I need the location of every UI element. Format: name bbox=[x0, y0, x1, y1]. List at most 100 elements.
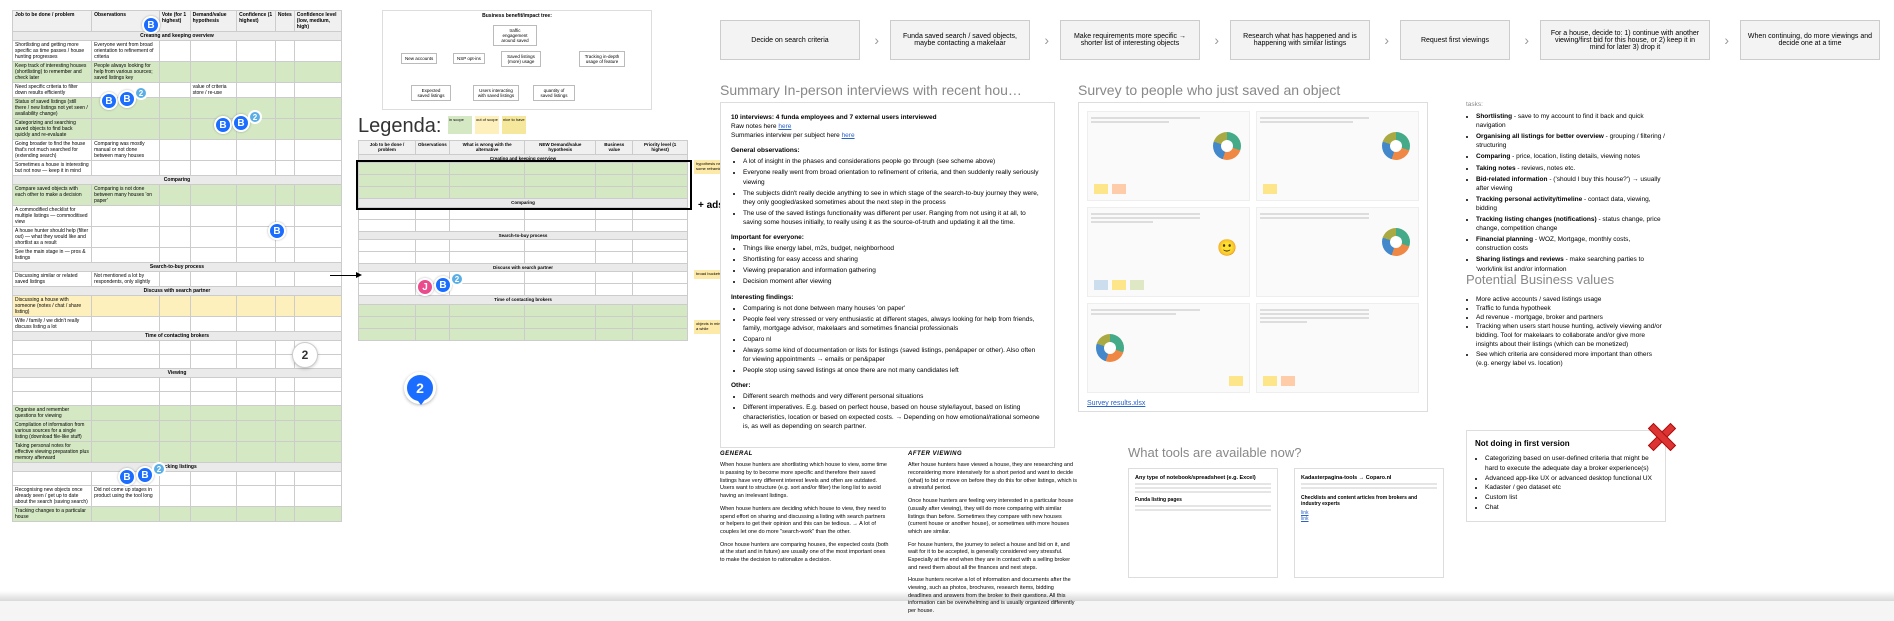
business-benefit-tree[interactable]: Business benefit/impact tree: New accoun… bbox=[382, 10, 652, 110]
table-cell[interactable] bbox=[159, 317, 190, 332]
table-cell[interactable] bbox=[92, 341, 160, 355]
table-cell[interactable] bbox=[159, 98, 190, 119]
survey-results-panel[interactable]: 🙂 Survey results.xlsx bbox=[1078, 102, 1428, 412]
table-cell[interactable] bbox=[275, 140, 294, 161]
table-cell[interactable] bbox=[416, 187, 450, 199]
table-cell[interactable] bbox=[92, 507, 160, 522]
table-cell[interactable] bbox=[294, 472, 341, 486]
table-cell[interactable] bbox=[416, 219, 450, 231]
table-cell[interactable] bbox=[359, 251, 416, 263]
table-cell[interactable] bbox=[275, 119, 294, 140]
table-cell[interactable] bbox=[294, 486, 341, 507]
flow-step[interactable]: When continuing, do more viewings and de… bbox=[1740, 20, 1880, 60]
table-cell[interactable] bbox=[596, 328, 633, 340]
table-cell[interactable] bbox=[275, 248, 294, 263]
table-cell[interactable] bbox=[596, 187, 633, 199]
table-cell[interactable] bbox=[416, 175, 450, 187]
comment-count-pill[interactable]: 2 bbox=[292, 342, 318, 368]
table-cell[interactable] bbox=[92, 248, 160, 263]
table-cell[interactable] bbox=[190, 317, 236, 332]
table-cell[interactable]: Organise and remember questions for view… bbox=[13, 406, 92, 421]
table-cell[interactable] bbox=[449, 304, 525, 316]
table-cell[interactable]: Taking personal notes for effective view… bbox=[13, 442, 92, 463]
table-cell[interactable]: Sometimes a house is interesting but not… bbox=[13, 161, 92, 176]
table-cell[interactable] bbox=[92, 227, 160, 248]
table-cell[interactable] bbox=[190, 378, 236, 392]
table-cell[interactable] bbox=[449, 219, 525, 231]
table-cell[interactable] bbox=[92, 161, 160, 176]
table-cell[interactable] bbox=[159, 378, 190, 392]
table-cell[interactable] bbox=[359, 284, 416, 296]
table-cell[interactable]: Categorizing and searching saved objects… bbox=[13, 119, 92, 140]
table-cell[interactable] bbox=[159, 507, 190, 522]
table-cell[interactable] bbox=[294, 392, 341, 406]
table-cell[interactable] bbox=[449, 187, 525, 199]
table-cell[interactable] bbox=[237, 206, 276, 227]
raw-notes-link[interactable]: here bbox=[778, 123, 791, 130]
table-cell[interactable] bbox=[294, 442, 341, 463]
table-cell[interactable] bbox=[359, 187, 416, 199]
table-cell[interactable] bbox=[294, 296, 341, 317]
table-cell[interactable]: People always looking for help from vari… bbox=[92, 62, 160, 83]
table-cell[interactable] bbox=[237, 406, 276, 421]
table-cell[interactable] bbox=[525, 219, 596, 231]
table-cell[interactable] bbox=[294, 378, 341, 392]
table-cell[interactable] bbox=[359, 163, 416, 175]
table-cell[interactable] bbox=[525, 207, 596, 219]
table-cell[interactable] bbox=[159, 296, 190, 317]
table-cell[interactable]: Wife / family / we didn't really discuss… bbox=[13, 317, 92, 332]
table-cell[interactable] bbox=[159, 83, 190, 98]
table-cell[interactable] bbox=[159, 406, 190, 421]
table-cell[interactable] bbox=[294, 62, 341, 83]
table-cell[interactable] bbox=[525, 251, 596, 263]
table-cell[interactable] bbox=[159, 442, 190, 463]
table-cell[interactable] bbox=[190, 355, 236, 369]
table-cell[interactable] bbox=[449, 328, 525, 340]
user-avatar-b[interactable]: B bbox=[100, 92, 118, 110]
table-cell[interactable] bbox=[275, 442, 294, 463]
table-cell[interactable] bbox=[294, 185, 341, 206]
table-cell[interactable] bbox=[275, 296, 294, 317]
tree-node[interactable]: traffic engagement around saved bbox=[493, 25, 537, 46]
comment-bubble[interactable]: 2 bbox=[404, 372, 436, 404]
table-cell[interactable] bbox=[294, 83, 341, 98]
table-cell[interactable] bbox=[596, 304, 633, 316]
user-avatar-b[interactable]: B bbox=[118, 468, 136, 486]
table-cell[interactable] bbox=[237, 486, 276, 507]
table-cell[interactable] bbox=[275, 62, 294, 83]
tool-card-coparo[interactable]: Kadasterpagina-tools → Coparo.nl Checkli… bbox=[1294, 468, 1444, 578]
table-cell[interactable] bbox=[275, 185, 294, 206]
not-doing-panel[interactable]: Not doing in first version Categorizing … bbox=[1466, 430, 1666, 522]
table-cell[interactable] bbox=[596, 239, 633, 251]
table-cell[interactable] bbox=[596, 272, 633, 284]
tree-node[interactable]: New accounts bbox=[401, 53, 437, 64]
table-cell[interactable] bbox=[237, 421, 276, 442]
table-cell[interactable] bbox=[190, 421, 236, 442]
table-cell[interactable] bbox=[92, 119, 160, 140]
table-cell[interactable] bbox=[13, 341, 92, 355]
table-cell[interactable] bbox=[596, 316, 633, 328]
tool-card-excel[interactable]: Any type of notebook/spreadsheet (e.g. E… bbox=[1128, 468, 1278, 578]
tree-node[interactable]: Users interacting with saved listings bbox=[473, 85, 519, 101]
table-cell[interactable] bbox=[159, 41, 190, 62]
tree-node[interactable]: Saved listings (more) usage bbox=[501, 51, 541, 67]
user-avatar-b[interactable]: B bbox=[268, 222, 286, 240]
table-cell[interactable] bbox=[596, 163, 633, 175]
table-cell[interactable] bbox=[449, 284, 525, 296]
table-cell[interactable] bbox=[275, 378, 294, 392]
table-cell[interactable] bbox=[359, 239, 416, 251]
table-cell[interactable]: Everyone went from broad orientation to … bbox=[92, 41, 160, 62]
table-cell[interactable] bbox=[237, 62, 276, 83]
secondary-research-table[interactable]: Job to be done / problemObservationsWhat… bbox=[358, 140, 688, 341]
table-cell[interactable]: Going broader to find the house that's n… bbox=[13, 140, 92, 161]
table-cell[interactable] bbox=[275, 98, 294, 119]
table-cell[interactable] bbox=[237, 83, 276, 98]
table-cell[interactable] bbox=[294, 507, 341, 522]
table-cell[interactable] bbox=[190, 486, 236, 507]
table-cell[interactable] bbox=[525, 163, 596, 175]
table-cell[interactable] bbox=[294, 406, 341, 421]
user-avatar-b[interactable]: B bbox=[214, 116, 232, 134]
table-cell[interactable]: Not mentioned a lot by respondents, only… bbox=[92, 272, 160, 287]
table-cell[interactable]: Discussing a house with someone (notes /… bbox=[13, 296, 92, 317]
table-cell[interactable] bbox=[190, 406, 236, 421]
